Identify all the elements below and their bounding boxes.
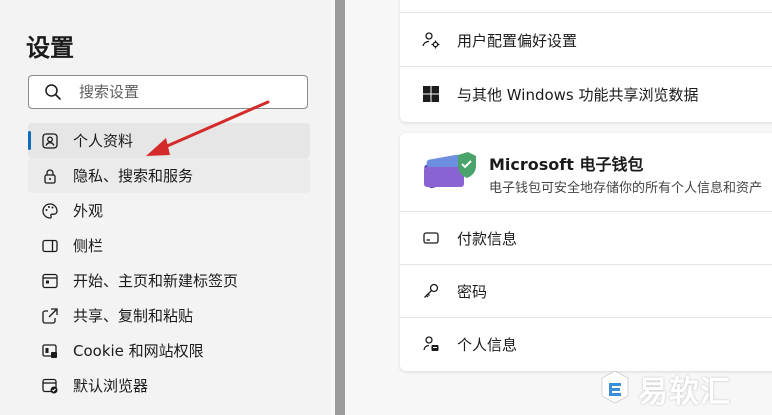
sidebar-icon — [40, 236, 60, 256]
wallet-description: 电子钱包可安全地存储你的所有个人信息和资产 — [489, 181, 763, 196]
sidebar-item-share-copy-paste[interactable]: 共享、复制和粘贴 — [28, 298, 310, 333]
sidebar-item-profile[interactable]: 个人资料 — [28, 123, 310, 158]
wallet-title: Microsoft 电子钱包 — [489, 155, 644, 174]
sidebar-item-label: 默认浏览器 — [73, 377, 149, 395]
sidebar-item-label: 侧栏 — [73, 237, 104, 255]
profile-preferences-icon — [420, 29, 442, 51]
sidebar-item-label: 开始、主页和新建标签页 — [73, 272, 239, 290]
page-title: 设置 — [26, 34, 74, 62]
sidebar-item-label: 共享、复制和粘贴 — [73, 307, 194, 325]
sidebar-item-label: 个人资料 — [73, 132, 134, 150]
default-browser-icon — [40, 376, 60, 396]
sidebar-item-cookies-permissions[interactable]: Cookie 和网站权限 — [28, 333, 310, 368]
sidebar-item-appearance[interactable]: 外观 — [28, 193, 310, 228]
search-box[interactable] — [28, 75, 308, 109]
personal-info-row[interactable]: 个人信息 — [400, 318, 772, 370]
palette-icon — [40, 201, 60, 221]
profile-preferences-row[interactable]: 用户配置偏好设置 — [400, 14, 772, 66]
sidebar-item-label: 隐私、搜索和服务 — [73, 167, 194, 185]
sidebar-item-default-browser[interactable]: 默认浏览器 — [28, 368, 310, 403]
sidebar-item-sidebar[interactable]: 侧栏 — [28, 228, 310, 263]
settings-sidebar: 设置 个人资料 隐私、搜索和服务 外观 — [0, 0, 331, 415]
lock-icon — [40, 166, 60, 186]
share-icon — [40, 306, 60, 326]
watermark: 易软汇 — [600, 368, 765, 410]
settings-content: 用户配置偏好设置 与其他 Windows 功能共享浏览数据 Microsoft … — [345, 0, 772, 415]
settings-nav: 个人资料 隐私、搜索和服务 外观 侧栏 开始、主页和新建标签页 共享、复制和粘贴… — [28, 123, 310, 403]
wallet-icon — [420, 147, 478, 191]
watermark-logo-icon — [600, 370, 630, 408]
row-label: 付款信息 — [457, 229, 518, 248]
key-icon — [420, 280, 442, 302]
wallet-card: Microsoft 电子钱包 电子钱包可安全地存储你的所有个人信息和资产 付款信… — [400, 133, 772, 371]
watermark-text: 易软汇 — [638, 375, 731, 410]
payment-info-row[interactable]: 付款信息 — [400, 212, 772, 264]
row-label: 密码 — [457, 282, 488, 301]
share-browsing-data-row[interactable]: 与其他 Windows 功能共享浏览数据 — [400, 68, 772, 120]
sidebar-item-privacy[interactable]: 隐私、搜索和服务 — [28, 158, 310, 193]
home-tabs-icon — [40, 271, 60, 291]
passwords-row[interactable]: 密码 — [400, 265, 772, 317]
sidebar-item-start-home-newtab[interactable]: 开始、主页和新建标签页 — [28, 263, 310, 298]
profile-icon — [40, 131, 60, 151]
row-divider — [400, 12, 772, 13]
row-label: 与其他 Windows 功能共享浏览数据 — [457, 85, 699, 104]
windows-icon — [420, 83, 442, 105]
selected-indicator — [28, 131, 31, 150]
search-input[interactable] — [77, 82, 281, 102]
row-label: 个人信息 — [457, 335, 518, 354]
sidebar-item-label: 外观 — [73, 202, 104, 220]
row-label: 用户配置偏好设置 — [457, 31, 578, 50]
panel-divider — [335, 0, 345, 415]
search-icon — [43, 82, 63, 102]
personal-info-icon — [420, 333, 442, 355]
site-permissions-icon — [40, 341, 60, 361]
profile-settings-card: 用户配置偏好设置 与其他 Windows 功能共享浏览数据 — [400, 0, 772, 122]
row-divider — [400, 66, 772, 67]
sidebar-item-label: Cookie 和网站权限 — [73, 342, 204, 360]
credit-card-icon — [420, 227, 442, 249]
